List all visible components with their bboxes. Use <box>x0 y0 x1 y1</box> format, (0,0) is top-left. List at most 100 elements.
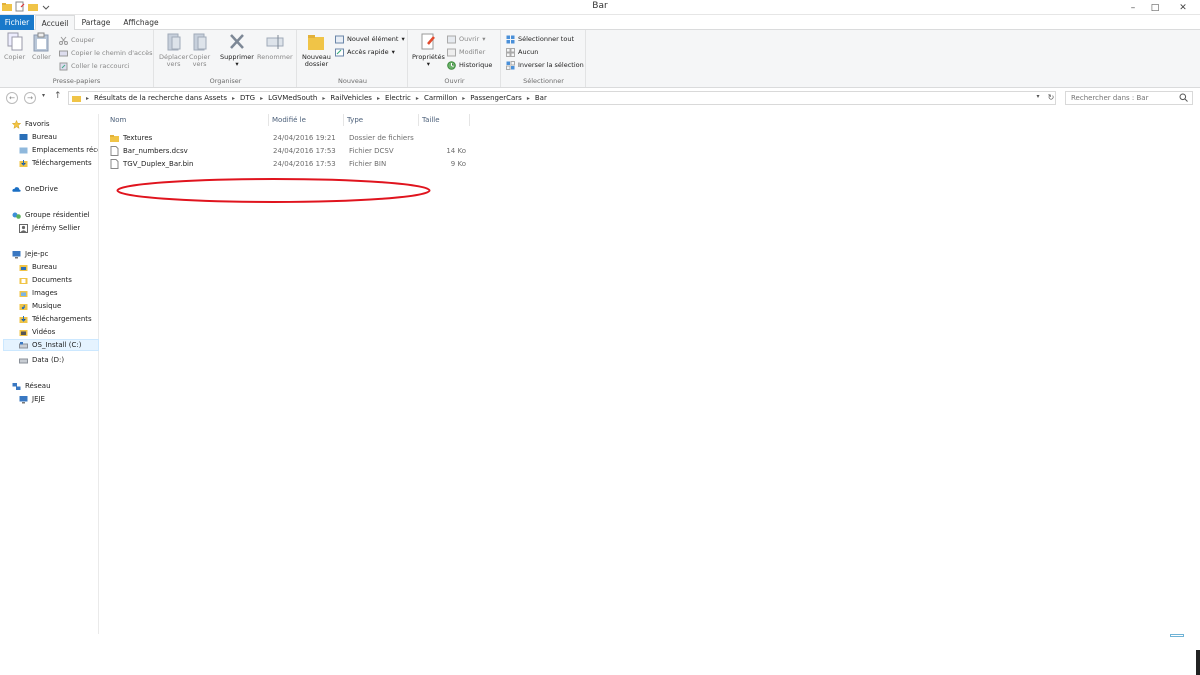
quick-access-button[interactable]: Accès rapide ▾ <box>335 46 395 58</box>
column-header-type[interactable]: Type <box>345 114 419 126</box>
tab-file[interactable]: Fichier <box>0 15 34 30</box>
select-none-icon <box>506 47 515 57</box>
modify-button[interactable]: Modifier <box>447 46 485 58</box>
nav-pc-videos[interactable]: Vidéos <box>19 326 55 338</box>
tab-home[interactable]: Accueil <box>35 15 75 31</box>
desktop-icon <box>19 133 28 140</box>
maximize-button[interactable]: □ <box>1144 0 1166 15</box>
breadcrumb-dtg[interactable]: DTG <box>240 94 255 102</box>
copy-icon <box>7 32 23 51</box>
new-item-button[interactable]: Nouvel élément ▾ <box>335 33 405 45</box>
nav-fav-desktop[interactable]: Bureau <box>19 131 57 143</box>
nav-pc-music[interactable]: Musique <box>19 300 61 312</box>
nav-pc-documents[interactable]: Documents <box>19 274 72 286</box>
up-button[interactable]: ↑ <box>54 91 62 101</box>
group-open: Propriétés ▾ Ouvrir ▾ Modifier Historiqu… <box>409 30 501 87</box>
nav-favorites[interactable]: Favoris <box>12 118 50 130</box>
nav-pc-drive-c[interactable]: OS_Install (C:) <box>3 339 99 351</box>
star-icon <box>12 119 21 129</box>
group-label-select: Sélectionner <box>523 77 564 85</box>
new-folder-button[interactable]: Nouveau dossier <box>302 32 331 68</box>
properties-icon <box>421 33 436 50</box>
copy-path-icon <box>59 50 68 56</box>
breadcrumb-bar[interactable]: Bar <box>535 94 547 102</box>
back-button[interactable]: ← <box>6 92 18 104</box>
drive-icon <box>19 341 28 348</box>
nav-pc-pictures[interactable]: Images <box>19 287 58 299</box>
breadcrumb-carmillon[interactable]: Carmillon <box>424 94 457 102</box>
nav-homegroup[interactable]: Groupe résidentiel <box>12 209 90 221</box>
column-header-size[interactable]: Taille <box>420 114 470 126</box>
history-button[interactable]: Historique <box>447 59 492 71</box>
nav-pc-drive-d[interactable]: Data (D:) <box>19 354 64 366</box>
group-organize: Déplacer vers Copier vers Supprimer ▾ Re… <box>155 30 297 87</box>
breadcrumb-search-results[interactable]: Résultats de la recherche dans Assets <box>94 94 227 102</box>
rename-button[interactable]: Renommer <box>257 32 293 61</box>
close-button[interactable]: ✕ <box>1166 0 1200 15</box>
address-bar[interactable]: ▸ Résultats de la recherche dans Assets … <box>68 91 1056 105</box>
select-all-button[interactable]: Sélectionner tout <box>506 33 574 45</box>
delete-button[interactable]: Supprimer ▾ <box>220 32 254 68</box>
new-item-icon <box>335 35 344 43</box>
breadcrumb-electric[interactable]: Electric <box>385 94 411 102</box>
chevron-down-icon: ▾ <box>401 35 405 43</box>
column-header-modified[interactable]: Modifié le <box>270 114 344 126</box>
navigation-row: ← → ▾ ↑ ▸ Résultats de la recherche dans… <box>0 90 1200 106</box>
copy-path-button[interactable]: Copier le chemin d'accès <box>59 47 153 59</box>
file-row[interactable]: Textures 24/04/2016 19:21 Dossier de fic… <box>108 132 470 144</box>
copy-to-icon <box>193 33 207 51</box>
invert-selection-button[interactable]: Inverser la sélection <box>506 59 584 71</box>
invert-selection-icon <box>506 60 515 70</box>
new-folder-icon <box>308 35 325 50</box>
file-type: Fichier DCSV <box>349 147 394 155</box>
open-button[interactable]: Ouvrir ▾ <box>447 33 486 45</box>
nav-onedrive[interactable]: OneDrive <box>12 183 58 195</box>
recent-locations-chevron-icon[interactable]: ▾ <box>42 92 45 99</box>
title-bar: Bar – □ ✕ <box>0 0 1200 15</box>
paste-button[interactable]: Coller <box>32 32 51 61</box>
nav-pc-downloads[interactable]: Téléchargements <box>19 313 92 325</box>
select-none-button[interactable]: Aucun <box>506 46 538 58</box>
address-dropdown-chevron-icon[interactable]: ▾ <box>1033 91 1043 103</box>
properties-button[interactable]: Propriétés ▾ <box>412 32 445 68</box>
group-label-open: Ouvrir <box>444 77 465 85</box>
column-header-name[interactable]: Nom <box>108 114 269 126</box>
paste-shortcut-button[interactable]: Coller le raccourci <box>59 60 130 72</box>
ribbon: Copier Coller Couper Copier le chemin d'… <box>0 30 1200 88</box>
nav-fav-recent[interactable]: Emplacements récents <box>19 144 98 156</box>
tab-view[interactable]: Affichage <box>118 15 164 30</box>
desktop-icon <box>19 264 28 271</box>
annotation-ellipse <box>116 178 431 203</box>
tab-share[interactable]: Partage <box>78 15 114 30</box>
nav-network[interactable]: Réseau <box>12 380 51 392</box>
copy-to-button[interactable]: Copier vers <box>189 32 210 68</box>
delete-x-icon <box>230 34 244 49</box>
view-toggle-details-icon[interactable] <box>1170 634 1184 637</box>
cut-button[interactable]: Couper <box>59 34 94 46</box>
chevron-down-icon: ▾ <box>235 60 239 68</box>
window-title: Bar <box>592 1 608 11</box>
file-row[interactable]: TGV_Duplex_Bar.bin 24/04/2016 17:53 Fich… <box>108 158 470 170</box>
nav-homegroup-user[interactable]: Jérémy Sellier <box>19 222 80 234</box>
file-row[interactable]: Bar_numbers.dcsv 24/04/2016 17:53 Fichie… <box>108 145 470 157</box>
ribbon-tabs: Fichier Accueil Partage Affichage <box>0 15 1200 31</box>
search-icon[interactable] <box>1179 93 1188 102</box>
minimize-button[interactable]: – <box>1122 0 1144 15</box>
nav-pc-desktop[interactable]: Bureau <box>19 261 57 273</box>
breadcrumb-railvehicles[interactable]: RailVehicles <box>330 94 372 102</box>
nav-this-pc[interactable]: Jeje-pc <box>12 248 48 260</box>
move-to-button[interactable]: Déplacer vers <box>159 32 188 68</box>
user-icon <box>19 223 28 233</box>
search-input[interactable] <box>1065 91 1193 105</box>
group-clipboard: Copier Coller Couper Copier le chemin d'… <box>0 30 154 87</box>
nav-fav-downloads[interactable]: Téléchargements <box>19 157 92 169</box>
videos-icon <box>19 329 28 336</box>
breadcrumb-passengercars[interactable]: PassengerCars <box>470 94 522 102</box>
recent-places-icon <box>19 147 28 153</box>
forward-button[interactable]: → <box>24 92 36 104</box>
nav-network-jeje[interactable]: JEJE <box>19 393 45 405</box>
copy-button[interactable]: Copier <box>4 32 25 61</box>
refresh-icon[interactable]: ↻ <box>1045 92 1057 104</box>
breadcrumb-lgvmedsouth[interactable]: LGVMedSouth <box>268 94 317 102</box>
chevron-down-icon: ▾ <box>391 48 395 56</box>
